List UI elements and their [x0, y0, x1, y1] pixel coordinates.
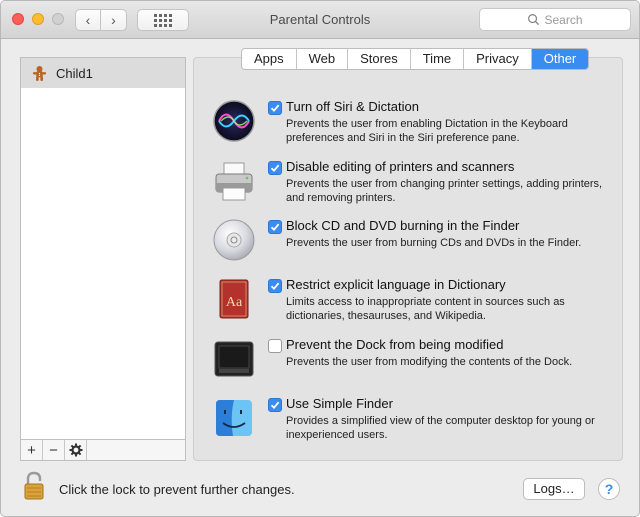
siri-icon: [213, 100, 255, 142]
tab-stores[interactable]: Stores: [348, 49, 411, 69]
dictionary-checkbox[interactable]: [268, 279, 282, 293]
dictionary-icon: Aa: [219, 279, 249, 319]
option-description: Prevents the user from changing printer …: [286, 178, 603, 204]
cd-icon: [213, 219, 255, 261]
dock-icon: [214, 341, 254, 377]
option-siri: Turn off Siri & Dictation Prevents the u…: [211, 98, 611, 148]
option-title: Disable editing of printers and scanners: [286, 159, 515, 174]
option-title: Use Simple Finder: [286, 396, 393, 411]
lock-label: Click the lock to prevent further change…: [59, 482, 295, 497]
checkmark-icon: [270, 223, 280, 232]
option-description: Prevents the user from burning CDs and D…: [286, 237, 582, 249]
option-dock: Prevent the Dock from being modified Pre…: [211, 336, 611, 386]
add-user-button[interactable]: +: [21, 440, 43, 460]
siri-checkbox[interactable]: [268, 101, 282, 115]
tab-privacy[interactable]: Privacy: [464, 49, 532, 69]
option-description: Limits access to inappropriate content i…: [286, 296, 565, 322]
sidebar-item-child1[interactable]: Child1: [21, 58, 185, 88]
option-title: Prevent the Dock from being modified: [286, 337, 504, 352]
svg-text:Aa: Aa: [226, 295, 243, 310]
help-button[interactable]: ?: [598, 478, 620, 500]
checkmark-icon: [270, 164, 280, 173]
cd-burning-checkbox[interactable]: [268, 220, 282, 234]
gingerbread-avatar-icon: [32, 65, 47, 81]
option-title: Turn off Siri & Dictation: [286, 99, 419, 114]
user-list: Child1: [20, 57, 186, 440]
lock-icon[interactable]: [23, 471, 47, 501]
option-title: Block CD and DVD burning in the Finder: [286, 218, 520, 233]
option-description: Provides a simplified view of the comput…: [286, 415, 595, 441]
option-description: Prevents the user from modifying the con…: [286, 356, 573, 368]
option-cd-burning: Block CD and DVD burning in the Finder P…: [211, 217, 611, 267]
checkmark-icon: [270, 282, 280, 291]
printer-icon: [215, 162, 253, 201]
option-simple-finder: Use Simple Finder Provides a simplified …: [211, 395, 611, 445]
checkmark-icon: [270, 104, 280, 113]
parental-controls-window: ‹ › Parental Controls Search Child1 + − …: [0, 0, 640, 517]
search-icon: [528, 14, 540, 26]
option-dictionary: Aa Restrict explicit language in Diction…: [211, 276, 611, 326]
tab-bar: Apps Web Stores Time Privacy Other: [241, 48, 590, 70]
option-title: Restrict explicit language in Dictionary: [286, 277, 506, 292]
simple-finder-checkbox[interactable]: [268, 398, 282, 412]
tab-other[interactable]: Other: [531, 49, 589, 69]
remove-user-button[interactable]: −: [43, 440, 65, 460]
gear-icon[interactable]: [65, 440, 87, 460]
title-bar: ‹ › Parental Controls Search: [1, 1, 639, 39]
printers-checkbox[interactable]: [268, 161, 282, 175]
search-input[interactable]: Search: [479, 8, 631, 31]
tab-time[interactable]: Time: [411, 49, 465, 69]
option-description: Prevents the user from enabling Dictatio…: [286, 118, 568, 144]
checkmark-icon: [270, 401, 280, 410]
option-printers: Disable editing of printers and scanners…: [211, 158, 611, 208]
tab-apps[interactable]: Apps: [242, 49, 297, 69]
finder-icon: [216, 400, 252, 436]
sidebar-item-label: Child1: [56, 65, 93, 81]
dock-checkbox[interactable]: [268, 339, 282, 353]
search-placeholder: Search: [544, 12, 583, 27]
sidebar-toolbar: + −: [20, 440, 186, 461]
tab-web[interactable]: Web: [297, 49, 349, 69]
logs-button[interactable]: Logs…: [523, 478, 585, 500]
